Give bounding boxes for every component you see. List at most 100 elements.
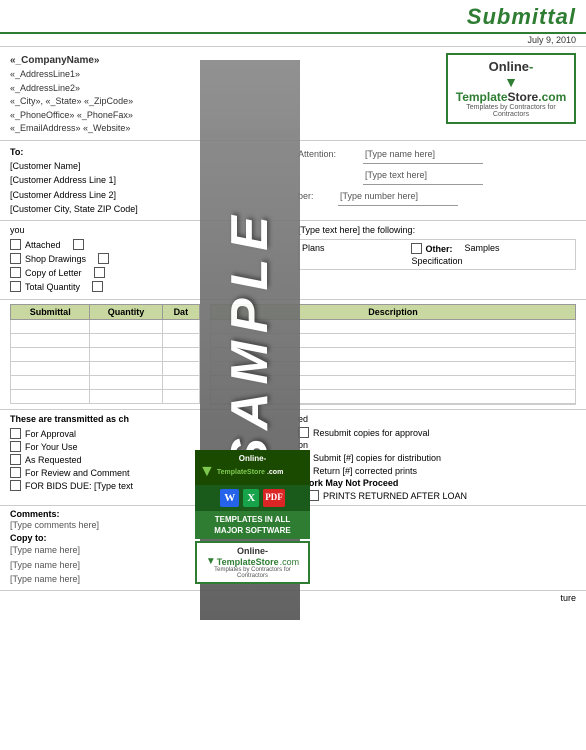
attention-row: Attention: [Type name here] [298,145,576,164]
for-your-use-checkbox[interactable] [10,441,21,452]
to-right: Attention: [Type name here] [Type text h… [298,145,576,217]
company-city-state: «_City», «_State» «_ZipCode» [10,95,133,109]
comments-value[interactable]: [Type comments here] [10,520,99,530]
as-requested-label: As Requested [25,455,82,465]
return-label: Return [#] corrected prints [313,466,417,476]
type-text-row: [Type text here] [298,166,576,185]
attached-checkbox[interactable] [10,239,21,250]
shop-drawings-checkbox[interactable] [10,253,21,264]
trans-right: ed Resubmit copies for approval on Submi… [298,414,576,501]
page-title: Submittal [467,4,576,30]
attached-label: Attached [25,240,61,250]
company-address2: «_AddressLine2» [10,82,133,96]
shop-drawings-label: Shop Drawings [25,254,86,264]
resubmit-row: Resubmit copies for approval [298,427,576,438]
prints-row: PRINTS RETURNED AFTER LOAN [298,490,576,501]
table-row [11,376,200,390]
other-checkbox[interactable] [411,243,422,254]
number-row: ber: [Type number here] [298,187,576,206]
table-row [11,334,200,348]
logo-box: Online- ▼ TemplateStore.com Templates by… [446,53,576,124]
copy-letter-label: Copy of Letter [25,268,82,278]
resubmit-label: Resubmit copies for approval [313,428,430,438]
attention-value[interactable]: [Type name here] [363,145,483,164]
for-review-checkbox[interactable] [10,467,21,478]
comments-label: Comments: [10,509,60,519]
copy-to-label: Copy to: [10,533,99,543]
other-label: Other: [425,244,452,254]
logo-line1: Online- [454,59,568,74]
number-value[interactable]: [Type number here] [338,187,458,206]
signature-suffix: ture [560,593,576,603]
comments-block: Comments: [Type comments here] Copy to: … [10,509,99,586]
shop-drawings-checkbox2[interactable] [98,253,109,264]
copy-to-value: [Type name here] [Type name here] [Type … [10,543,99,586]
ad-logo-bottom: Online- ▼ TemplateStore.com Templates by… [195,541,310,584]
for-bids-checkbox[interactable] [10,480,21,491]
copy-to-2: [Type name here] [10,558,99,572]
company-info: «_CompanyName» «_AddressLine1» «_Address… [10,53,133,136]
company-name: «_CompanyName» [10,53,133,68]
copy-to-1: [Type name here] [10,543,99,557]
samples-label: Samples [465,243,572,254]
date-label: July 9, 2010 [527,35,576,45]
ad-logo-line: ▼ TemplateStore.com [200,556,305,567]
excel-icon: X [243,489,259,507]
company-phone: «_PhoneOffice» «_PhoneFax» [10,109,133,123]
check-right: [Type text here] the following: Plans Ot… [298,225,576,295]
number-label: ber: [298,187,333,205]
plans-grid: Plans Other: Samples Specification [298,239,576,270]
specification-label: Specification [411,256,462,266]
ad-icons: W X PDF [195,485,310,511]
type-text-value[interactable]: [Type text here] [363,166,483,185]
sample-text: SAMPLE [220,208,280,473]
total-quantity-label: Total Quantity [25,282,80,292]
work-notice: /Work May Not Proceed [298,478,576,488]
on-suffix: on [298,440,576,450]
attached-checkbox2[interactable] [73,239,84,250]
return-row: Return [#] corrected prints [298,465,576,476]
as-requested-checkbox[interactable] [10,454,21,465]
prints-label: PRINTS RETURNED AFTER LOAN [323,491,467,501]
company-address1: «_AddressLine1» [10,68,133,82]
pdf-icon: PDF [263,489,285,507]
approved-suffix: ed [298,414,576,424]
ad-logo-line2: ▼ TemplateStore.com [199,463,306,481]
submit-copies-row: Submit [#] copies for distribution [298,452,576,463]
copy-letter-checkbox[interactable] [10,267,21,278]
table-left: Submittal Quantity Dat [10,304,200,405]
col-quantity: Quantity [90,305,162,320]
word-icon: W [220,489,239,507]
logo-tagline: Templates by Contractors for Contractors [454,104,568,118]
for-review-label: For Review and Comment [25,468,130,478]
table-row [11,362,200,376]
copy-to-3: [Type name here] [10,572,99,586]
ad-top: Online- ▼ TemplateStore.com [195,450,310,485]
col-submittal: Submittal [11,305,90,320]
ad-logo-line1: Online- [199,454,306,463]
ad-logo-tagline: Templates by Contractors for Contractors [200,567,305,579]
for-approval-label: For Approval [25,429,76,439]
col-date: Dat [162,305,199,320]
ad-logo-online: Online- [200,546,305,556]
table-row [11,320,200,334]
total-quantity-checkbox[interactable] [10,281,21,292]
date-bar: July 9, 2010 [0,34,586,47]
submit-copies-label: Submit [#] copies for distribution [313,453,441,463]
attention-label: Attention: [298,145,358,163]
plans-label: Plans [302,243,409,254]
for-your-use-label: For Your Use [25,442,78,452]
total-quantity-checkbox2[interactable] [92,281,103,292]
for-bids-label: FOR BIDS DUE: [Type text [25,481,133,491]
for-approval-checkbox[interactable] [10,428,21,439]
table-row [11,390,200,404]
logo-arrow: ▼ [454,74,568,90]
ad-bottom-text: TEMPLATES IN ALL MAJOR SOFTWARE [195,511,310,539]
company-email: «_EmailAddress» «_Website» [10,122,133,136]
ad-logo-template: TemplateStore [217,557,279,567]
copy-letter-checkbox2[interactable] [94,267,105,278]
ad-overlay[interactable]: Online- ▼ TemplateStore.com W X PDF TEMP… [195,450,310,584]
table-row [11,348,200,362]
submittal-table: Submittal Quantity Dat [10,304,200,404]
header: Submittal [0,0,586,34]
